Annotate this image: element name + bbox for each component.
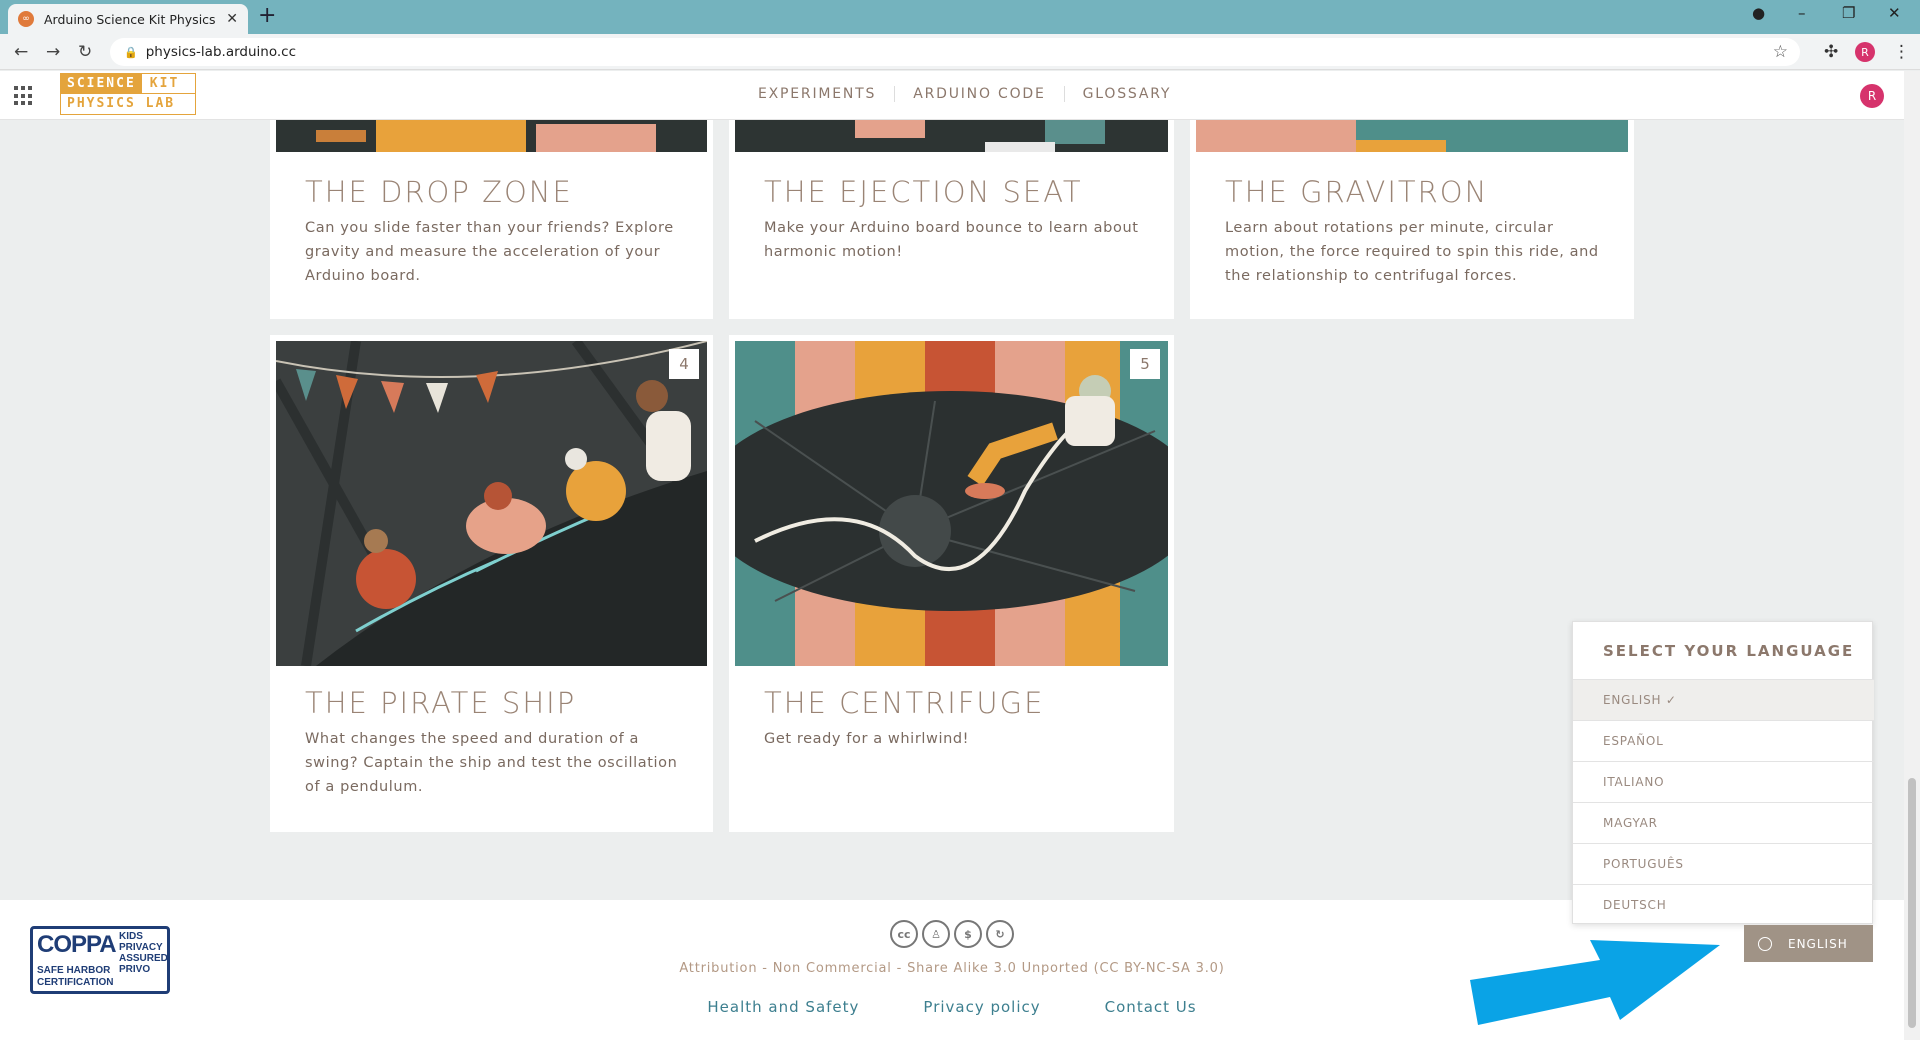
lock-icon: 🔒	[124, 45, 138, 59]
experiment-card-pirate-ship[interactable]: 4 THE PIRATE SHIP What changes the speed…	[270, 335, 713, 832]
experiment-number-badge: 5	[1130, 349, 1160, 379]
extensions-icon[interactable]: ✣	[1824, 42, 1838, 62]
centrifuge-illustration	[735, 341, 1168, 666]
profile-menu-icon[interactable]: ●	[1752, 4, 1765, 22]
cc-icon: cc	[890, 920, 918, 948]
forward-icon[interactable]: →	[46, 42, 60, 62]
bookmark-star-icon[interactable]: ☆	[1773, 42, 1788, 62]
language-option-portugues[interactable]: PORTUGUÊS	[1573, 843, 1874, 884]
language-option-deutsch[interactable]: DEUTSCH	[1573, 884, 1874, 925]
experiment-card-ejection-seat[interactable]: THE EJECTION SEAT Make your Arduino boar…	[729, 120, 1174, 319]
tab-title: Arduino Science Kit Physics Lab	[44, 11, 220, 27]
page-scrollbar[interactable]	[1904, 71, 1920, 1040]
pirate-ship-illustration	[276, 341, 707, 666]
creative-commons-icons[interactable]: cc ♙ $ ↻	[890, 920, 1014, 948]
health-and-safety-link[interactable]: Health and Safety	[707, 998, 859, 1016]
browser-tab[interactable]: ∞ Arduino Science Kit Physics Lab ✕	[8, 4, 248, 34]
experiment-card-gravitron[interactable]: THE GRAVITRON Learn about rotations per …	[1190, 120, 1634, 319]
address-bar-row: ← → ↻ 🔒 physics-lab.arduino.cc ☆ ✣ R ⋮	[0, 34, 1920, 70]
logo-kit: KIT	[149, 76, 180, 91]
card-illustration	[276, 120, 707, 152]
attribution-icon: ♙	[922, 920, 950, 948]
experiment-card-drop-zone[interactable]: THE DROP ZONE Can you slide faster than …	[270, 120, 713, 319]
browser-menu-icon[interactable]: ⋮	[1893, 42, 1910, 62]
card-title: THE EJECTION SEAT	[764, 175, 1083, 209]
sharealike-icon: ↻	[986, 920, 1014, 948]
card-illustration	[1196, 120, 1628, 152]
back-icon[interactable]: ←	[14, 42, 28, 62]
url-text: physics-lab.arduino.cc	[145, 44, 296, 60]
language-option-english[interactable]: ENGLISH ✓	[1573, 679, 1874, 720]
card-description: What changes the speed and duration of a…	[305, 731, 678, 795]
language-button-label: ENGLISH	[1788, 936, 1848, 951]
profile-avatar[interactable]: R	[1855, 42, 1875, 62]
contact-us-link[interactable]: Contact Us	[1105, 998, 1197, 1016]
card-description: Get ready for a whirlwind!	[764, 731, 970, 747]
window-close-icon[interactable]: ✕	[1888, 4, 1901, 22]
restore-icon[interactable]: ❐	[1842, 4, 1855, 22]
language-option-italiano[interactable]: ITALIANO	[1573, 761, 1874, 802]
card-title: THE PIRATE SHIP	[305, 686, 577, 720]
coppa-certification-badge[interactable]: COPPA SAFE HARBOR CERTIFICATION KIDS PRI…	[30, 926, 170, 994]
reload-icon[interactable]: ↻	[78, 42, 92, 62]
new-tab-button[interactable]: +	[258, 3, 276, 28]
nav-glossary[interactable]: GLOSSARY	[1065, 86, 1190, 102]
language-option-magyar[interactable]: MAGYAR	[1573, 802, 1874, 843]
user-avatar[interactable]: R	[1860, 84, 1884, 108]
experiment-card-centrifuge[interactable]: 5 THE CENTRIFUGE Get ready for a whirlwi…	[729, 335, 1174, 832]
experiment-number-badge: 4	[669, 349, 699, 379]
logo-science: SCIENCE	[61, 74, 142, 93]
language-option-espanol[interactable]: ESPAÑOL	[1573, 720, 1874, 761]
logo-physics-lab: PHYSICS LAB	[67, 96, 176, 111]
minimize-icon[interactable]: –	[1798, 4, 1806, 22]
card-description: Learn about rotations per minute, circul…	[1225, 220, 1599, 284]
science-kit-logo[interactable]: SCIENCE KIT PHYSICS LAB	[60, 73, 196, 115]
noncommercial-icon: $	[954, 920, 982, 948]
coppa-title: COPPA	[37, 931, 117, 958]
language-selector-popup: SELECT YOUR LANGUAGE ENGLISH ✓ ESPAÑOL I…	[1572, 621, 1874, 925]
privacy-policy-link[interactable]: Privacy policy	[923, 998, 1040, 1016]
card-title: THE DROP ZONE	[305, 175, 573, 209]
card-description: Make your Arduino board bounce to learn …	[764, 220, 1139, 260]
card-illustration	[735, 120, 1168, 152]
nav-experiments[interactable]: EXPERIMENTS	[740, 86, 896, 102]
nav-arduino-code[interactable]: ARDUINO CODE	[895, 86, 1065, 102]
language-button[interactable]: ENGLISH	[1744, 925, 1873, 962]
browser-tab-bar: ∞ Arduino Science Kit Physics Lab ✕ + ● …	[0, 0, 1920, 34]
language-popup-heading: SELECT YOUR LANGUAGE	[1603, 642, 1855, 660]
card-description: Can you slide faster than your friends? …	[305, 220, 674, 284]
card-title: THE CENTRIFUGE	[764, 686, 1045, 720]
arduino-favicon-icon: ∞	[18, 11, 34, 27]
globe-icon	[1758, 936, 1772, 951]
scrollbar-thumb[interactable]	[1908, 778, 1916, 1028]
apps-grid-icon[interactable]	[14, 86, 34, 106]
url-input[interactable]: 🔒 physics-lab.arduino.cc ☆	[110, 38, 1800, 66]
main-nav: EXPERIMENTS ARDUINO CODE GLOSSARY	[740, 86, 1189, 102]
card-title: THE GRAVITRON	[1225, 175, 1489, 209]
annotation-arrow-icon	[1470, 940, 1720, 1025]
site-header: SCIENCE KIT PHYSICS LAB EXPERIMENTS ARDU…	[0, 71, 1904, 120]
close-tab-icon[interactable]: ✕	[226, 11, 238, 27]
